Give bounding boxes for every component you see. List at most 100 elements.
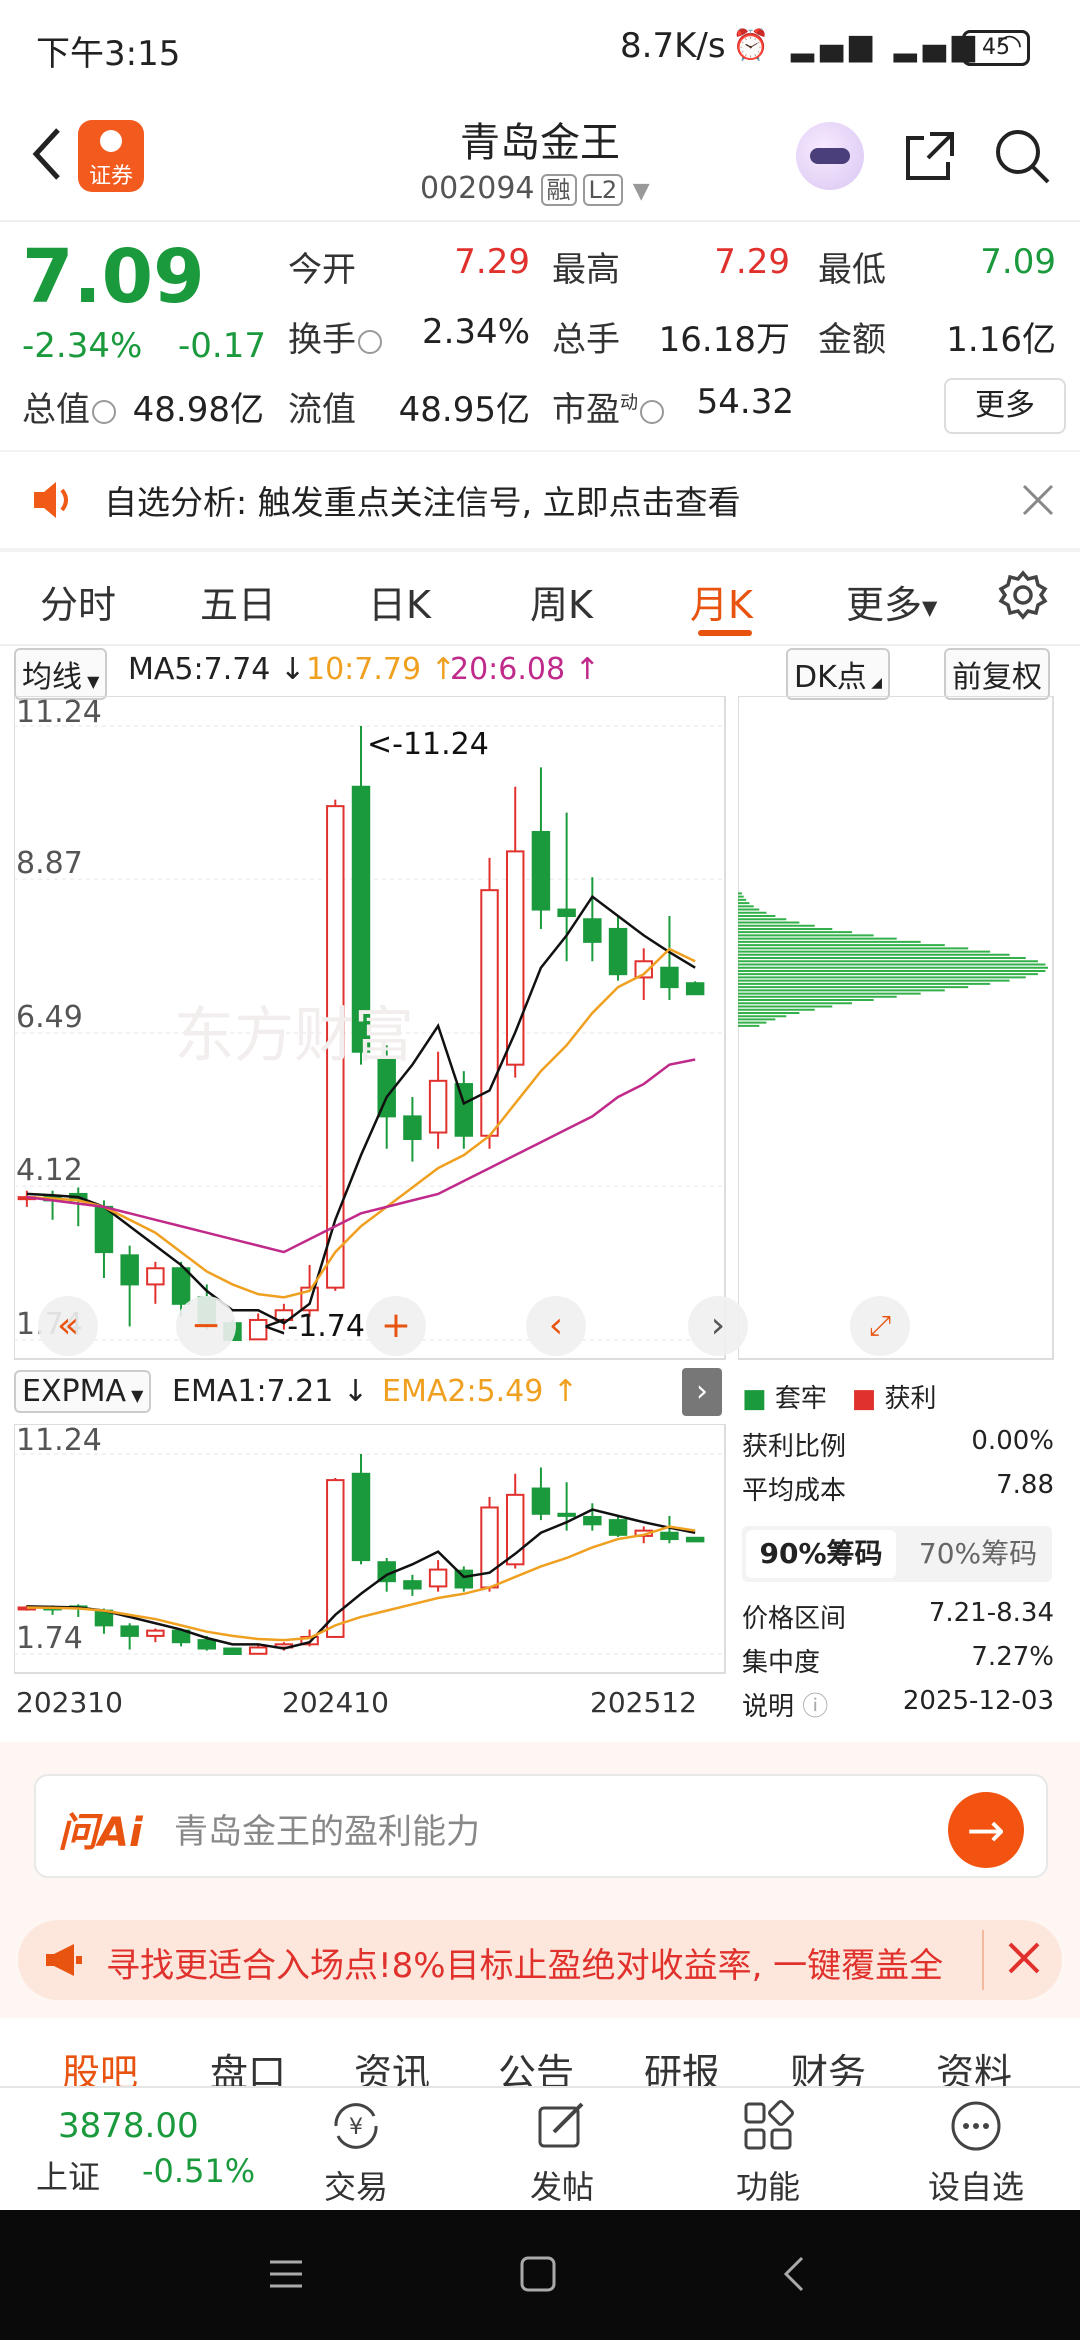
ma20-legend: 20:6.08 ↑ — [450, 652, 600, 687]
tab-five-day[interactable]: 五日 — [200, 574, 276, 629]
tab-chip-70[interactable]: 70%筹码 — [908, 1526, 1048, 1582]
nav-post[interactable]: 发帖 — [502, 2098, 622, 2208]
ai-placeholder: 青岛金王的盈利能力 — [174, 1812, 480, 1852]
chevron-right-icon[interactable]: › — [682, 1368, 722, 1416]
candle — [454, 1569, 474, 1589]
search-icon[interactable] — [992, 126, 1052, 186]
ma-select[interactable]: 均线 ▼ — [14, 648, 108, 700]
low-marker: <-1.74 — [262, 1309, 365, 1344]
back-icon[interactable] — [776, 2254, 816, 2294]
speaker-icon — [34, 482, 68, 518]
scroll-right-icon[interactable]: › — [688, 1296, 748, 1356]
y-tick-label: 1.74 — [16, 1621, 83, 1656]
active-tab-underline — [698, 630, 752, 636]
tab-chip-90[interactable]: 90%筹码 — [746, 1530, 896, 1578]
tab-intraday[interactable]: 分时 — [40, 574, 116, 629]
nav-functions[interactable]: 功能 — [708, 2098, 828, 2208]
yen-exchange-icon: ¥ — [334, 2103, 378, 2149]
caret-down-icon: ▼ — [82, 672, 100, 691]
expma-chart[interactable]: 11.24 1.74 — [14, 1424, 726, 1674]
quote-panel: 7.09 -2.34% -0.17 今开 7.29 最高 7.29 最低 7.0… — [0, 220, 1080, 450]
candle — [557, 908, 576, 918]
notice-bar[interactable]: 自选分析: 触发重点关注信号, 立即点击查看 — [0, 452, 1080, 548]
high-marker: <-11.24 — [367, 727, 489, 762]
ai-question-input[interactable]: 问Ai 青岛金王的盈利能力 → — [34, 1774, 1048, 1878]
amount-value: 1.16亿 — [946, 320, 1056, 360]
tab-more[interactable]: 更多▼ — [846, 574, 937, 629]
status-time: 下午3:15 — [36, 34, 181, 74]
menu-icon[interactable] — [266, 2254, 306, 2294]
ma10-legend: 10:7.79 ↑ — [306, 652, 456, 687]
ai-section: 问Ai 青岛金王的盈利能力 → — [0, 1742, 1080, 1898]
high-value: 7.29 — [714, 242, 790, 282]
avg-cost-row: 平均成本 7.88 — [742, 1470, 1054, 1506]
sub-indicator-bar: EXPMA ▼ EMA1:7.21 ↓ EMA2:5.49 ↑ › — [0, 1368, 738, 1416]
stock-code-row[interactable]: 002094 融 L2 ▼ — [420, 170, 650, 206]
candle — [146, 1629, 165, 1637]
nav-trade[interactable]: ¥ 交易 — [296, 2098, 416, 2208]
zoom-in-icon[interactable]: + — [366, 1296, 426, 1356]
candle — [685, 1536, 705, 1543]
x-label-mid: 202410 — [282, 1686, 389, 1719]
tab-financials[interactable]: 财务 — [790, 2042, 866, 2086]
dk-point-select[interactable]: DK点 ◢ — [786, 648, 890, 700]
y-tick-label: 8.87 — [16, 846, 83, 881]
zoom-out-icon[interactable]: − — [176, 1296, 236, 1356]
candle — [454, 1083, 474, 1137]
system-nav-bar — [0, 2210, 1080, 2340]
tab-weekly-k[interactable]: 周K — [530, 574, 593, 629]
ema1-legend: EMA1:7.21 ↓ — [172, 1374, 369, 1409]
kline-chart[interactable]: 11.248.876.494.121.74<-11.24<-1.74东方财富 — [14, 696, 726, 1360]
candle — [120, 1254, 139, 1286]
scroll-left-fast-icon[interactable]: « — [38, 1296, 98, 1356]
concentration-row: 集中度 7.27% — [742, 1642, 1054, 1678]
y-tick-label: 11.24 — [16, 1424, 102, 1458]
period-tabs: 分时 五日 日K 周K 月K 更多▼ — [0, 552, 1080, 644]
x-label-end: 202512 — [590, 1686, 697, 1719]
y-tick-label: 11.24 — [16, 696, 102, 730]
market-cap-label: 总值 — [22, 382, 116, 431]
tab-monthly-k[interactable]: 月K — [690, 574, 753, 629]
nav-add-favorite[interactable]: 设自选 — [916, 2098, 1036, 2208]
profit-ratio-row: 获利比例 0.00% — [742, 1426, 1054, 1462]
tab-profile[interactable]: 资料 — [936, 2042, 1012, 2086]
apps-grid-icon — [744, 2100, 794, 2150]
index-change: -0.51% — [142, 2152, 256, 2190]
share-icon[interactable] — [900, 126, 960, 186]
expma-select[interactable]: EXPMA ▼ — [14, 1370, 152, 1413]
arrow-right-icon[interactable]: → — [948, 1792, 1024, 1868]
candle — [403, 1580, 422, 1590]
amount-label: 金额 — [818, 320, 886, 360]
promo-banner[interactable]: 寻找更适合入场点!8%目标止盈绝对收益率, 一键覆盖全 — [18, 1920, 1062, 2000]
high-label: 最高 — [552, 250, 620, 290]
close-icon[interactable] — [1020, 482, 1056, 518]
home-icon[interactable] — [518, 2254, 558, 2294]
expand-chart-icon[interactable]: ⤢ — [850, 1296, 910, 1356]
turnover-label: 换手 — [288, 312, 382, 361]
scroll-left-icon[interactable]: ‹ — [526, 1296, 586, 1356]
robot-assistant-icon[interactable] — [796, 122, 864, 190]
candle — [660, 966, 679, 989]
gear-icon[interactable] — [998, 570, 1048, 620]
float-cap-label: 流值 — [288, 390, 356, 430]
bottom-nav: 3878.00 上证 -0.51% ¥ 交易 发帖 功能 设自选 — [0, 2086, 1080, 2212]
candle — [660, 1531, 679, 1541]
low-value: 7.09 — [980, 242, 1056, 282]
tab-orderbook[interactable]: 盘口 — [210, 2042, 286, 2086]
tab-announcements[interactable]: 公告 — [498, 2042, 574, 2086]
note-row[interactable]: 说明 ⓘ 2025-12-03 — [742, 1686, 1054, 1723]
close-icon[interactable] — [1004, 1938, 1044, 1978]
candle — [557, 1512, 576, 1517]
stock-code: 002094 — [420, 171, 535, 206]
adjust-select[interactable]: 前复权 — [944, 648, 1050, 700]
tab-news[interactable]: 资讯 — [354, 2042, 430, 2086]
candle — [608, 927, 628, 976]
candle — [480, 889, 499, 1137]
watermark: 东方财富 — [174, 1001, 414, 1071]
tab-forum[interactable]: 股吧 — [62, 2042, 138, 2086]
index-ticker[interactable]: 3878.00 上证 -0.51% — [0, 2088, 290, 2212]
tab-research[interactable]: 研报 — [644, 2042, 720, 2086]
margin-badge: 融 — [540, 174, 577, 206]
more-quote-button[interactable]: 更多 — [944, 378, 1066, 434]
tab-daily-k[interactable]: 日K — [368, 574, 431, 629]
